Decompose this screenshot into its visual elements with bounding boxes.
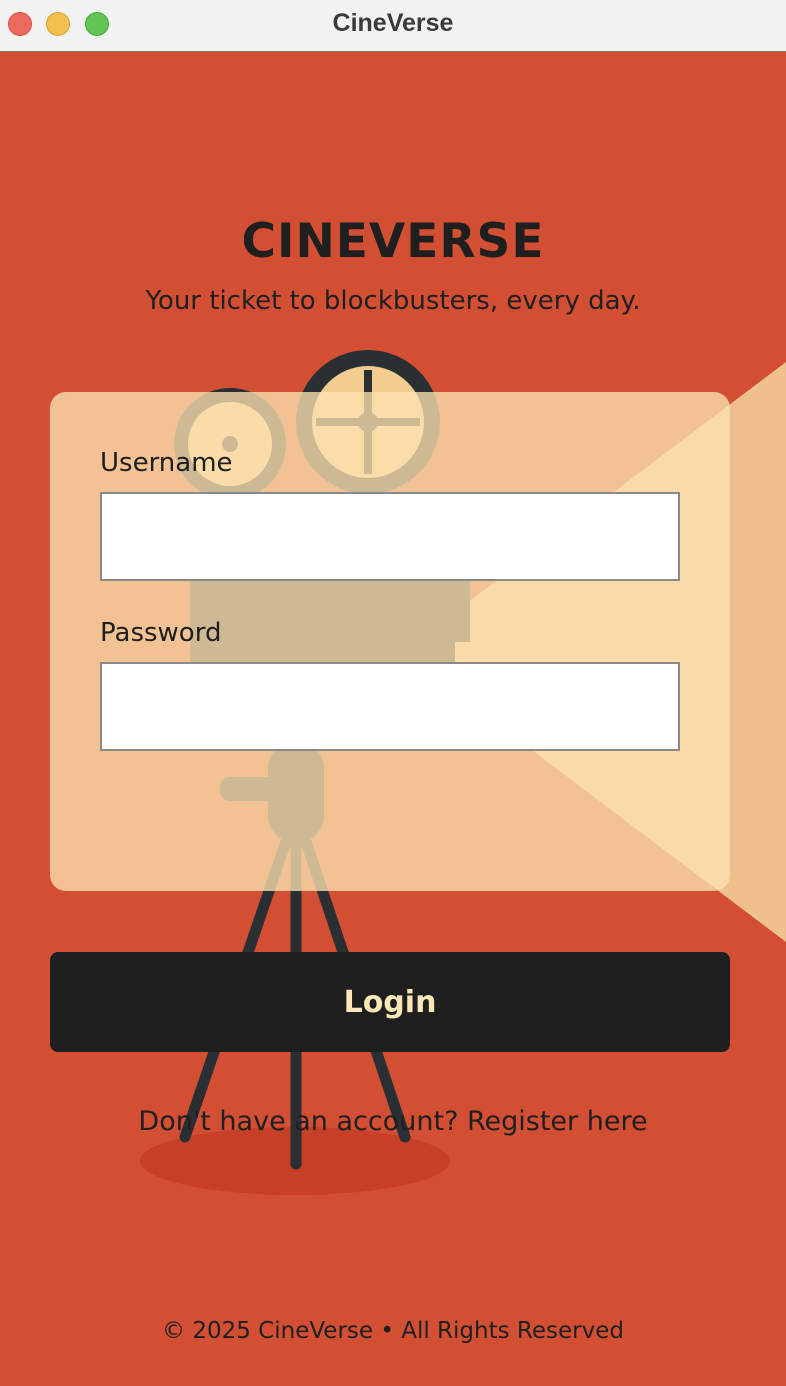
app-tagline: Your ticket to blockbusters, every day. <box>145 286 641 316</box>
register-link[interactable]: Don't have an account? Register here <box>0 1106 786 1137</box>
username-input[interactable] <box>100 492 680 581</box>
password-input[interactable] <box>100 662 680 751</box>
app-window: CineVerse CINEVERSE Your ticket to block… <box>0 0 786 1386</box>
username-label: Username <box>100 448 233 478</box>
window-title: CineVerse <box>332 9 454 37</box>
login-card: Username Password <box>50 392 730 891</box>
app-brand-title: CINEVERSE <box>241 214 545 269</box>
password-label: Password <box>100 618 222 648</box>
login-screen: CINEVERSE Your ticket to blockbusters, e… <box>0 52 786 1386</box>
title-bar: CineVerse <box>0 0 786 52</box>
login-button[interactable]: Login <box>50 952 730 1052</box>
footer-copyright: © 2025 CineVerse • All Rights Reserved <box>162 1318 624 1344</box>
